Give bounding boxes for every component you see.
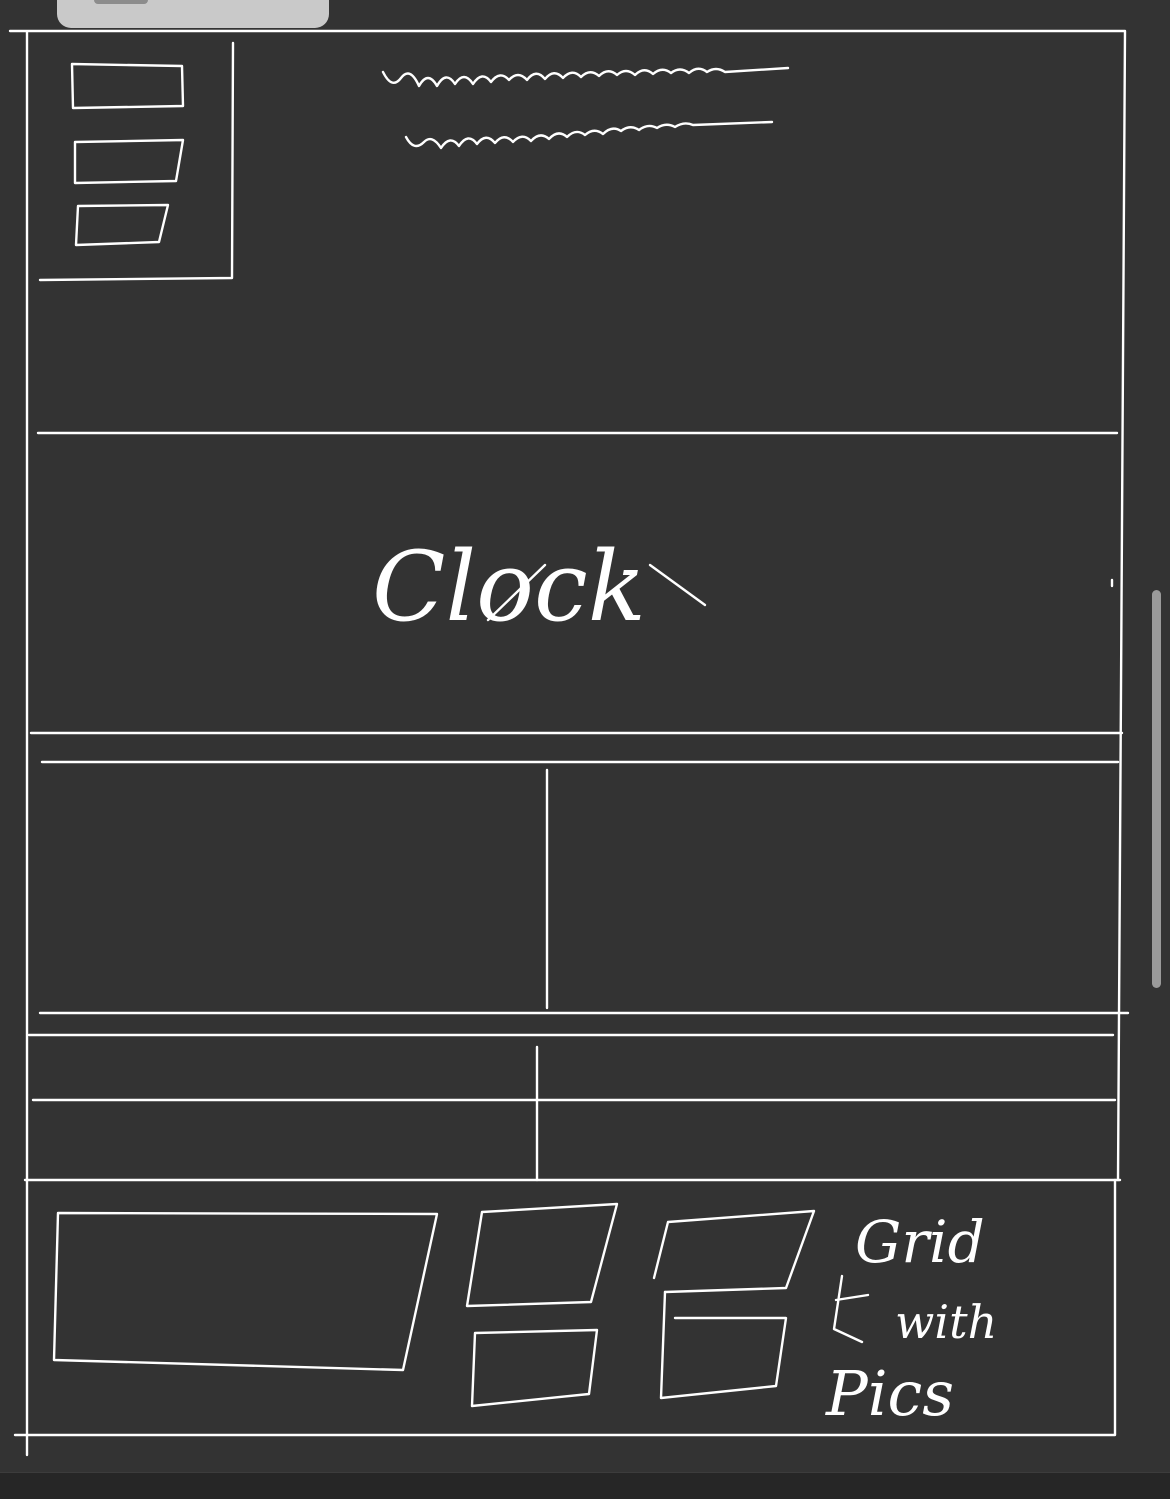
clock-label: Clock bbox=[372, 531, 646, 643]
grid-pic-large bbox=[52, 1211, 439, 1372]
grid-label-arrow bbox=[832, 1274, 870, 1344]
menu-item-2 bbox=[73, 138, 185, 185]
grid-pic-3 bbox=[470, 1328, 599, 1408]
grid-pic-5 bbox=[659, 1290, 788, 1400]
menu-item-3 bbox=[74, 203, 170, 247]
grid-pic-4 bbox=[652, 1209, 816, 1294]
bottom-strip bbox=[0, 1472, 1170, 1499]
heading-scribble-2 bbox=[404, 120, 774, 150]
sketch-canvas: Clock Grid with Pics bbox=[0, 0, 1170, 1498]
wireframe-sketch: Clock Grid with Pics bbox=[8, 29, 1130, 1457]
menu-item-1 bbox=[70, 62, 185, 110]
grid-pic-2 bbox=[465, 1202, 619, 1308]
grid-label-line-2: with bbox=[895, 1295, 997, 1349]
heading-scribble-1 bbox=[381, 66, 790, 88]
menu-box bbox=[38, 41, 235, 282]
clock-k-stroke bbox=[648, 563, 707, 607]
grid-label-line-1: Grid bbox=[855, 1208, 985, 1276]
grid-label-line-3: Pics bbox=[825, 1357, 954, 1430]
scrollbar-thumb[interactable] bbox=[1152, 590, 1161, 988]
